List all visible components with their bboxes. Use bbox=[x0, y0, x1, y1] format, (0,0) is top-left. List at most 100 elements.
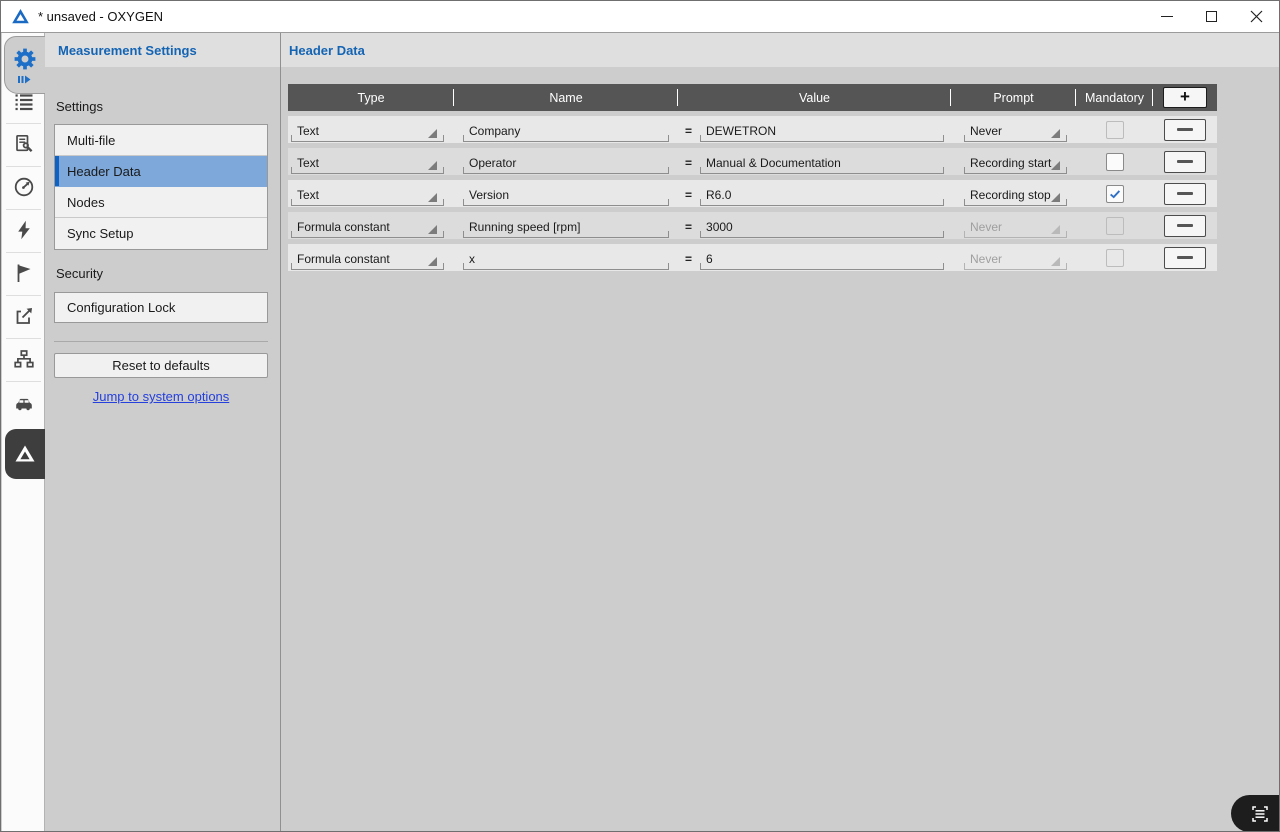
name-input[interactable]: x bbox=[463, 249, 669, 270]
name-input[interactable]: Company bbox=[463, 121, 669, 142]
chevron-corner-icon bbox=[428, 129, 437, 138]
sidebar-item-export[interactable] bbox=[2, 299, 45, 333]
type-dropdown[interactable]: Formula constant bbox=[291, 249, 444, 270]
name-input[interactable]: Version bbox=[463, 185, 669, 206]
table-header-row: Type Name Value Prompt Mandatory + bbox=[288, 84, 1217, 111]
chevron-corner-icon bbox=[428, 257, 437, 266]
page-title: Header Data bbox=[289, 43, 365, 58]
remove-row-button[interactable] bbox=[1164, 247, 1206, 269]
configuration-lock-button[interactable]: Configuration Lock bbox=[54, 292, 268, 323]
maximize-button[interactable] bbox=[1189, 1, 1234, 32]
name-input[interactable]: Running speed [rpm] bbox=[463, 217, 669, 238]
table-row: Text Operator = Manual & Documentation R… bbox=[288, 148, 1217, 175]
chevron-corner-icon bbox=[428, 161, 437, 170]
security-section-label: Security bbox=[56, 266, 103, 281]
sidebar-rail bbox=[2, 33, 45, 832]
equals-sign: = bbox=[685, 154, 692, 170]
sidebar-item-power[interactable] bbox=[2, 213, 45, 247]
chevron-corner-icon bbox=[428, 225, 437, 234]
value-input[interactable]: DEWETRON bbox=[700, 121, 944, 142]
settings-section-label: Settings bbox=[56, 99, 103, 114]
prompt-dropdown[interactable]: Never bbox=[964, 121, 1067, 142]
column-header-prompt: Prompt bbox=[951, 84, 1076, 111]
minimize-button[interactable] bbox=[1144, 1, 1189, 32]
mandatory-checkbox bbox=[1106, 249, 1124, 267]
settings-panel: Settings Multi-file Header Data Nodes Sy… bbox=[45, 67, 280, 832]
plus-icon: + bbox=[1180, 88, 1190, 105]
channel-list-icon bbox=[1250, 804, 1270, 824]
settings-list-item[interactable]: Header Data bbox=[55, 156, 267, 187]
flag-icon bbox=[12, 261, 36, 285]
settings-gear-icon[interactable] bbox=[12, 46, 38, 72]
sidebar-item-measurement[interactable] bbox=[2, 170, 45, 204]
type-dropdown[interactable]: Text bbox=[291, 121, 444, 142]
main-panel-header: Header Data bbox=[281, 33, 1280, 67]
sidebar-item-events[interactable] bbox=[2, 256, 45, 290]
type-dropdown[interactable]: Text bbox=[291, 185, 444, 206]
chevron-corner-icon bbox=[1051, 161, 1060, 170]
setup-document-icon bbox=[12, 132, 36, 156]
remove-row-button[interactable] bbox=[1164, 119, 1206, 141]
name-input[interactable]: Operator bbox=[463, 153, 669, 174]
sidebar-item-vehicle[interactable] bbox=[2, 386, 45, 420]
chevron-corner-icon bbox=[1051, 129, 1060, 138]
table-row: Text Version = R6.0 Recording stop bbox=[288, 180, 1217, 207]
close-button[interactable] bbox=[1234, 1, 1279, 32]
equals-sign: = bbox=[685, 186, 692, 202]
type-dropdown[interactable]: Formula constant bbox=[291, 217, 444, 238]
settings-list-item[interactable]: Nodes bbox=[55, 187, 267, 218]
maximize-icon bbox=[1206, 11, 1217, 22]
mandatory-checkbox[interactable] bbox=[1106, 185, 1124, 203]
prompt-dropdown[interactable]: Recording stop bbox=[964, 185, 1067, 206]
check-icon bbox=[1108, 187, 1122, 201]
settings-list-item[interactable]: Sync Setup bbox=[55, 218, 267, 249]
column-header-value: Value bbox=[678, 84, 951, 111]
sidebar-item-setup[interactable] bbox=[2, 127, 45, 161]
remove-row-button[interactable] bbox=[1164, 151, 1206, 173]
channel-list-overlay-button[interactable] bbox=[1231, 795, 1280, 832]
mandatory-checkbox[interactable] bbox=[1106, 153, 1124, 171]
settings-item-label: Header Data bbox=[67, 164, 141, 179]
network-icon bbox=[12, 347, 36, 371]
value-input[interactable]: 3000 bbox=[700, 217, 944, 238]
table-body: Text Company = DEWETRON Never bbox=[288, 116, 1217, 271]
chevron-corner-icon bbox=[1051, 257, 1060, 266]
reset-to-defaults-button[interactable]: Reset to defaults bbox=[54, 353, 268, 378]
column-header-mandatory: Mandatory bbox=[1076, 84, 1153, 111]
prompt-dropdown[interactable]: Recording start bbox=[964, 153, 1067, 174]
jump-to-system-options-link[interactable]: Jump to system options bbox=[45, 389, 277, 404]
header-data-table: Type Name Value Prompt Mandatory + Text … bbox=[288, 84, 1217, 271]
minimize-icon bbox=[1161, 16, 1173, 17]
equals-sign: = bbox=[685, 122, 692, 138]
type-dropdown[interactable]: Text bbox=[291, 153, 444, 174]
table-row: Formula constant x = 6 Never bbox=[288, 244, 1217, 271]
sidebar-item-network[interactable] bbox=[2, 342, 45, 376]
settings-item-label: Sync Setup bbox=[67, 226, 134, 241]
oxygen-window: * unsaved - OXYGEN bbox=[0, 0, 1280, 832]
chevron-corner-icon bbox=[1051, 193, 1060, 202]
equals-sign: = bbox=[685, 250, 692, 266]
titlebar: * unsaved - OXYGEN bbox=[1, 1, 1279, 33]
main-panel: Type Name Value Prompt Mandatory + Text … bbox=[281, 67, 1280, 832]
settings-item-label: Multi-file bbox=[67, 133, 115, 148]
remove-row-button[interactable] bbox=[1164, 215, 1206, 237]
remove-row-button[interactable] bbox=[1164, 183, 1206, 205]
dewetron-logo-icon bbox=[13, 442, 37, 466]
prompt-dropdown: Never bbox=[964, 249, 1067, 270]
column-header-name: Name bbox=[454, 84, 678, 111]
settings-item-label: Nodes bbox=[67, 195, 105, 210]
equals-sign: = bbox=[685, 218, 692, 234]
sidebar-item-channel-list[interactable] bbox=[2, 85, 45, 119]
value-input[interactable]: R6.0 bbox=[700, 185, 944, 206]
value-input[interactable]: Manual & Documentation bbox=[700, 153, 944, 174]
tab-dewetron-logo[interactable] bbox=[5, 429, 45, 479]
power-icon bbox=[12, 218, 36, 242]
window-controls bbox=[1144, 1, 1279, 32]
add-row-button[interactable]: + bbox=[1163, 87, 1207, 108]
settings-list: Multi-file Header Data Nodes Sync Setup bbox=[54, 124, 268, 250]
dewetron-logo-icon bbox=[11, 7, 30, 26]
mandatory-checkbox bbox=[1106, 217, 1124, 235]
settings-list-item[interactable]: Multi-file bbox=[55, 125, 267, 156]
value-input[interactable]: 6 bbox=[700, 249, 944, 270]
divider-line bbox=[54, 341, 268, 342]
